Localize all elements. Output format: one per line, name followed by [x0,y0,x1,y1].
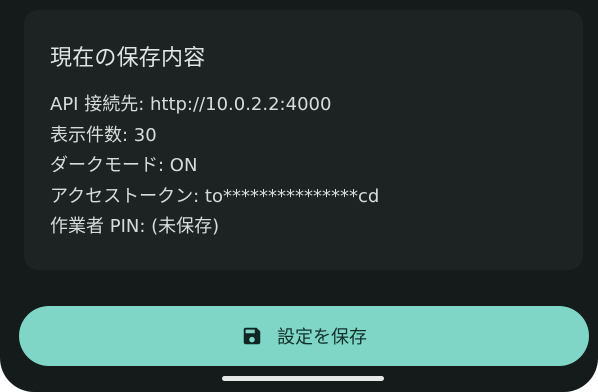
home-indicator[interactable] [222,376,384,381]
api-endpoint-line: API 接続先: http://10.0.2.2:4000 [50,94,332,115]
settings-screen: 現在の保存内容 API 接続先: http://10.0.2.2:4000 表示… [0,0,598,392]
save-button-label: 設定を保存 [277,327,367,347]
access-token-line: アクセストークン: to***************cd [50,185,380,207]
display-count-line: 表示件数: 30 [50,124,157,146]
save-settings-button[interactable]: 設定を保存 [19,306,589,366]
saved-settings-card: 現在の保存内容 API 接続先: http://10.0.2.2:4000 表示… [24,10,583,270]
dark-mode-line: ダークモード: ON [50,155,198,176]
save-icon [241,325,263,347]
card-title: 現在の保存内容 [50,46,206,71]
saved-settings-list: API 接続先: http://10.0.2.2:4000 表示件数: 30 ダ… [50,90,379,243]
worker-pin-line: 作業者 PIN: (未保存) [50,216,220,237]
